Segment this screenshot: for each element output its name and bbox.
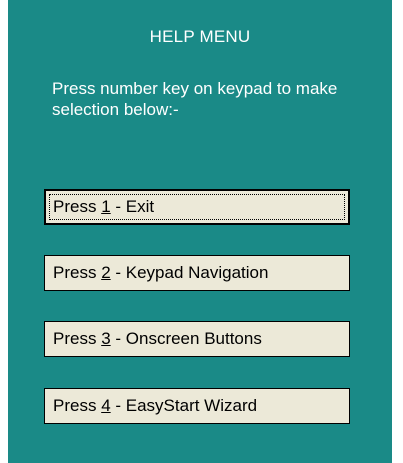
keypad-navigation-button[interactable]: Press 2 - Keypad Navigation bbox=[44, 255, 350, 291]
button-label: - Exit bbox=[110, 197, 155, 216]
exit-button[interactable]: Press 1 - Exit bbox=[44, 189, 350, 225]
button-label: - Keypad Navigation bbox=[110, 263, 269, 282]
button-label: - EasyStart Wizard bbox=[110, 396, 258, 415]
instructions-text: Press number key on keypad to make selec… bbox=[52, 79, 338, 119]
shortcut-key: 2 bbox=[101, 263, 111, 282]
button-prefix: Press bbox=[53, 197, 102, 216]
shortcut-key: 1 bbox=[101, 197, 111, 216]
easystart-wizard-button[interactable]: Press 4 - EasyStart Wizard bbox=[44, 388, 350, 424]
shortcut-key: 3 bbox=[101, 329, 111, 348]
help-menu-title: HELP MENU bbox=[149, 27, 251, 46]
shortcut-key: 4 bbox=[101, 396, 111, 415]
button-prefix: Press bbox=[53, 329, 102, 348]
button-prefix: Press bbox=[53, 396, 102, 415]
button-prefix: Press bbox=[53, 263, 102, 282]
onscreen-buttons-button[interactable]: Press 3 - Onscreen Buttons bbox=[44, 321, 350, 357]
button-label: - Onscreen Buttons bbox=[110, 329, 262, 348]
